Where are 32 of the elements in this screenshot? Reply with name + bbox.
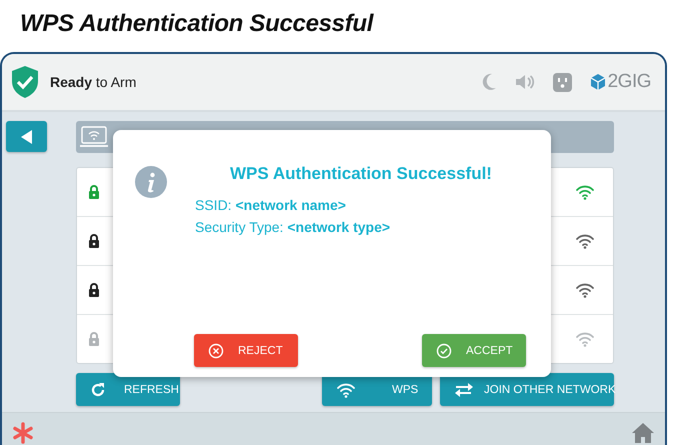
- dialog-detail: SSID: <network name>: [195, 197, 347, 213]
- page-title: WPS Authentication Successful: [20, 10, 374, 38]
- speaker-icon[interactable]: [514, 74, 535, 90]
- shield-check-icon: [10, 65, 40, 99]
- moon-icon[interactable]: [480, 73, 497, 91]
- wifi-icon: [575, 331, 595, 347]
- refresh-button[interactable]: REFRESH: [76, 373, 180, 406]
- logo: 2GIG: [590, 71, 651, 93]
- info-icon: [135, 166, 167, 198]
- dialog-title: WPS Authentication Successful!: [230, 164, 492, 184]
- status-text: Ready to Arm: [50, 74, 136, 90]
- accept-button[interactable]: ACCEPT: [422, 334, 526, 367]
- reject-button[interactable]: REJECT: [194, 334, 298, 367]
- back-button[interactable]: [6, 121, 47, 152]
- laptop-wifi-icon: [80, 126, 108, 148]
- lock-icon: [88, 185, 100, 199]
- wifi-icon: [336, 382, 356, 398]
- lock-icon: [88, 332, 100, 346]
- power-outlet-icon[interactable]: [552, 72, 572, 92]
- dialog-detail: Security Type: <network type>: [195, 219, 392, 235]
- back-arrow-icon: [20, 130, 32, 144]
- lock-icon: [88, 283, 100, 297]
- check-circle-icon: [436, 342, 452, 358]
- lock-icon: [88, 234, 100, 248]
- asterisk-icon[interactable]: [12, 422, 34, 444]
- close-circle-icon: [208, 342, 224, 358]
- wifi-icon: [575, 233, 595, 249]
- wifi-icon: [575, 282, 595, 298]
- refresh-icon: [90, 382, 106, 398]
- swap-arrows-icon: [454, 382, 474, 398]
- wifi-icon: [575, 184, 595, 200]
- home-icon[interactable]: [631, 422, 655, 444]
